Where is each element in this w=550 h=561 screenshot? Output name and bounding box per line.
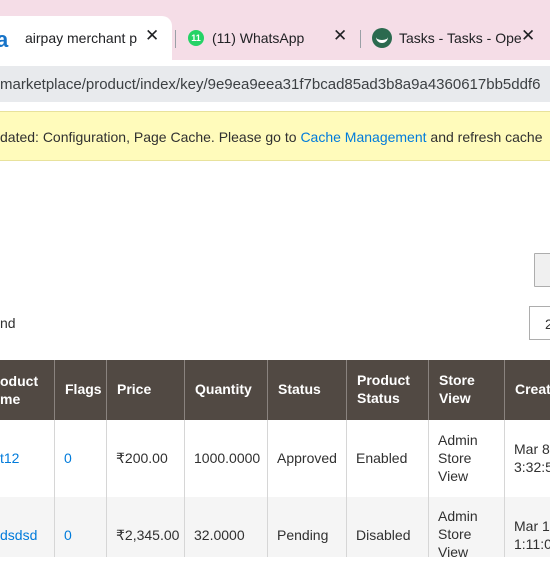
column-divider [267, 497, 268, 557]
cache-notice: dated: Configuration, Page Cache. Please… [0, 111, 550, 161]
tab-tasks[interactable]: Tasks - Tasks - Ope ✕ [364, 16, 550, 60]
created-cell: Mar 8, [514, 441, 550, 457]
cache-management-link[interactable]: Cache Management [300, 129, 426, 145]
store-view-cell: View [438, 468, 469, 484]
store-view-cell: Store [438, 450, 472, 466]
store-view-cell: Store [438, 526, 472, 542]
column-divider [346, 497, 347, 557]
quantity-cell: 1000.0000 [194, 450, 261, 466]
close-icon[interactable]: ✕ [333, 26, 347, 46]
column-header-product-status[interactable]: Product Status [346, 360, 428, 420]
column-divider [504, 497, 505, 557]
column-divider [54, 420, 55, 497]
url-text[interactable]: marketplace/product/index/key/9e9ea9eea3… [0, 76, 540, 93]
created-cell: 3:32:5 [514, 459, 550, 475]
column-divider [54, 497, 55, 557]
created-cell: Mar 1, [514, 518, 550, 534]
status-cell: Pending [277, 527, 329, 543]
store-view-cell: Admin [438, 508, 478, 524]
whatsapp-icon: 11 [188, 30, 204, 46]
price-cell: ₹200.00 [116, 450, 168, 466]
per-page-value: 2 [545, 316, 550, 332]
header-label: Flags [65, 381, 102, 397]
tab-title: (11) WhatsApp [212, 30, 305, 46]
header-label: Status [357, 390, 400, 406]
column-divider [184, 420, 185, 497]
column-header-store-view[interactable]: Store View [428, 360, 504, 420]
column-divider [267, 420, 268, 497]
column-header-status[interactable]: Status [267, 360, 346, 420]
flags-link[interactable]: 0 [64, 449, 72, 467]
price-cell: ₹2,345.00 [116, 527, 180, 543]
column-divider [106, 497, 107, 557]
browser-tab-strip: a airpay merchant p ✕ 11 (11) WhatsApp ✕… [0, 0, 550, 60]
flags-link[interactable]: 0 [64, 526, 72, 544]
quantity-cell: 32.0000 [194, 527, 245, 543]
column-header-created[interactable]: Create [504, 360, 550, 420]
tab-title: airpay merchant p [25, 30, 138, 46]
column-header-quantity[interactable]: Quantity [184, 360, 267, 420]
per-page-select[interactable]: 2 [529, 306, 550, 340]
header-label: Status [278, 381, 321, 397]
header-label: Price [117, 381, 152, 397]
product-name-link[interactable]: dsdsd [0, 526, 37, 544]
product-status-cell: Disabled [356, 527, 411, 543]
product-status-cell: Enabled [356, 450, 408, 466]
table-row: t12 0 ₹200.00 1000.0000 Approved Enabled… [0, 420, 550, 497]
records-found-label: nd [0, 315, 16, 331]
tasks-icon [372, 28, 392, 48]
action-button[interactable] [534, 253, 550, 287]
header-label: Quantity [195, 381, 252, 397]
column-divider [106, 420, 107, 497]
store-view-cell: Admin [438, 432, 478, 448]
header-label: me [0, 391, 21, 407]
column-header-flags[interactable]: Flags [54, 360, 106, 420]
header-label: Store [439, 372, 475, 388]
column-divider [346, 420, 347, 497]
tab-title: Tasks - Tasks - Ope [399, 30, 522, 46]
notice-message: dated: Configuration, Page Cache. Please… [0, 129, 542, 145]
airpay-icon: a [0, 27, 9, 52]
column-divider [428, 497, 429, 557]
tab-divider [175, 30, 176, 48]
column-divider [504, 420, 505, 497]
column-header-product-name[interactable]: oduct me [0, 360, 54, 420]
tab-whatsapp[interactable]: 11 (11) WhatsApp ✕ [180, 16, 356, 60]
header-label: View [439, 390, 471, 406]
header-label: Product [357, 372, 410, 388]
status-cell: Approved [277, 450, 337, 466]
product-name-link[interactable]: t12 [0, 449, 19, 467]
close-icon[interactable]: ✕ [145, 26, 159, 46]
column-divider [184, 497, 185, 557]
tab-airpay[interactable]: a airpay merchant p ✕ [0, 16, 172, 60]
column-header-price[interactable]: Price [106, 360, 184, 420]
tab-divider [360, 30, 361, 48]
address-bar: marketplace/product/index/key/9e9ea9eea3… [0, 60, 550, 106]
notice-suffix: and refresh cache [426, 129, 543, 145]
header-label: Create [515, 381, 550, 397]
store-view-cell: View [438, 544, 469, 560]
header-label: oduct [0, 373, 39, 389]
created-cell: 1:11:0 [514, 536, 550, 552]
table-row: dsdsd 0 ₹2,345.00 32.0000 Pending Disabl… [0, 497, 550, 560]
notice-prefix: dated: Configuration, Page Cache. Please… [0, 129, 301, 145]
close-icon[interactable]: ✕ [521, 26, 535, 46]
column-divider [428, 420, 429, 497]
